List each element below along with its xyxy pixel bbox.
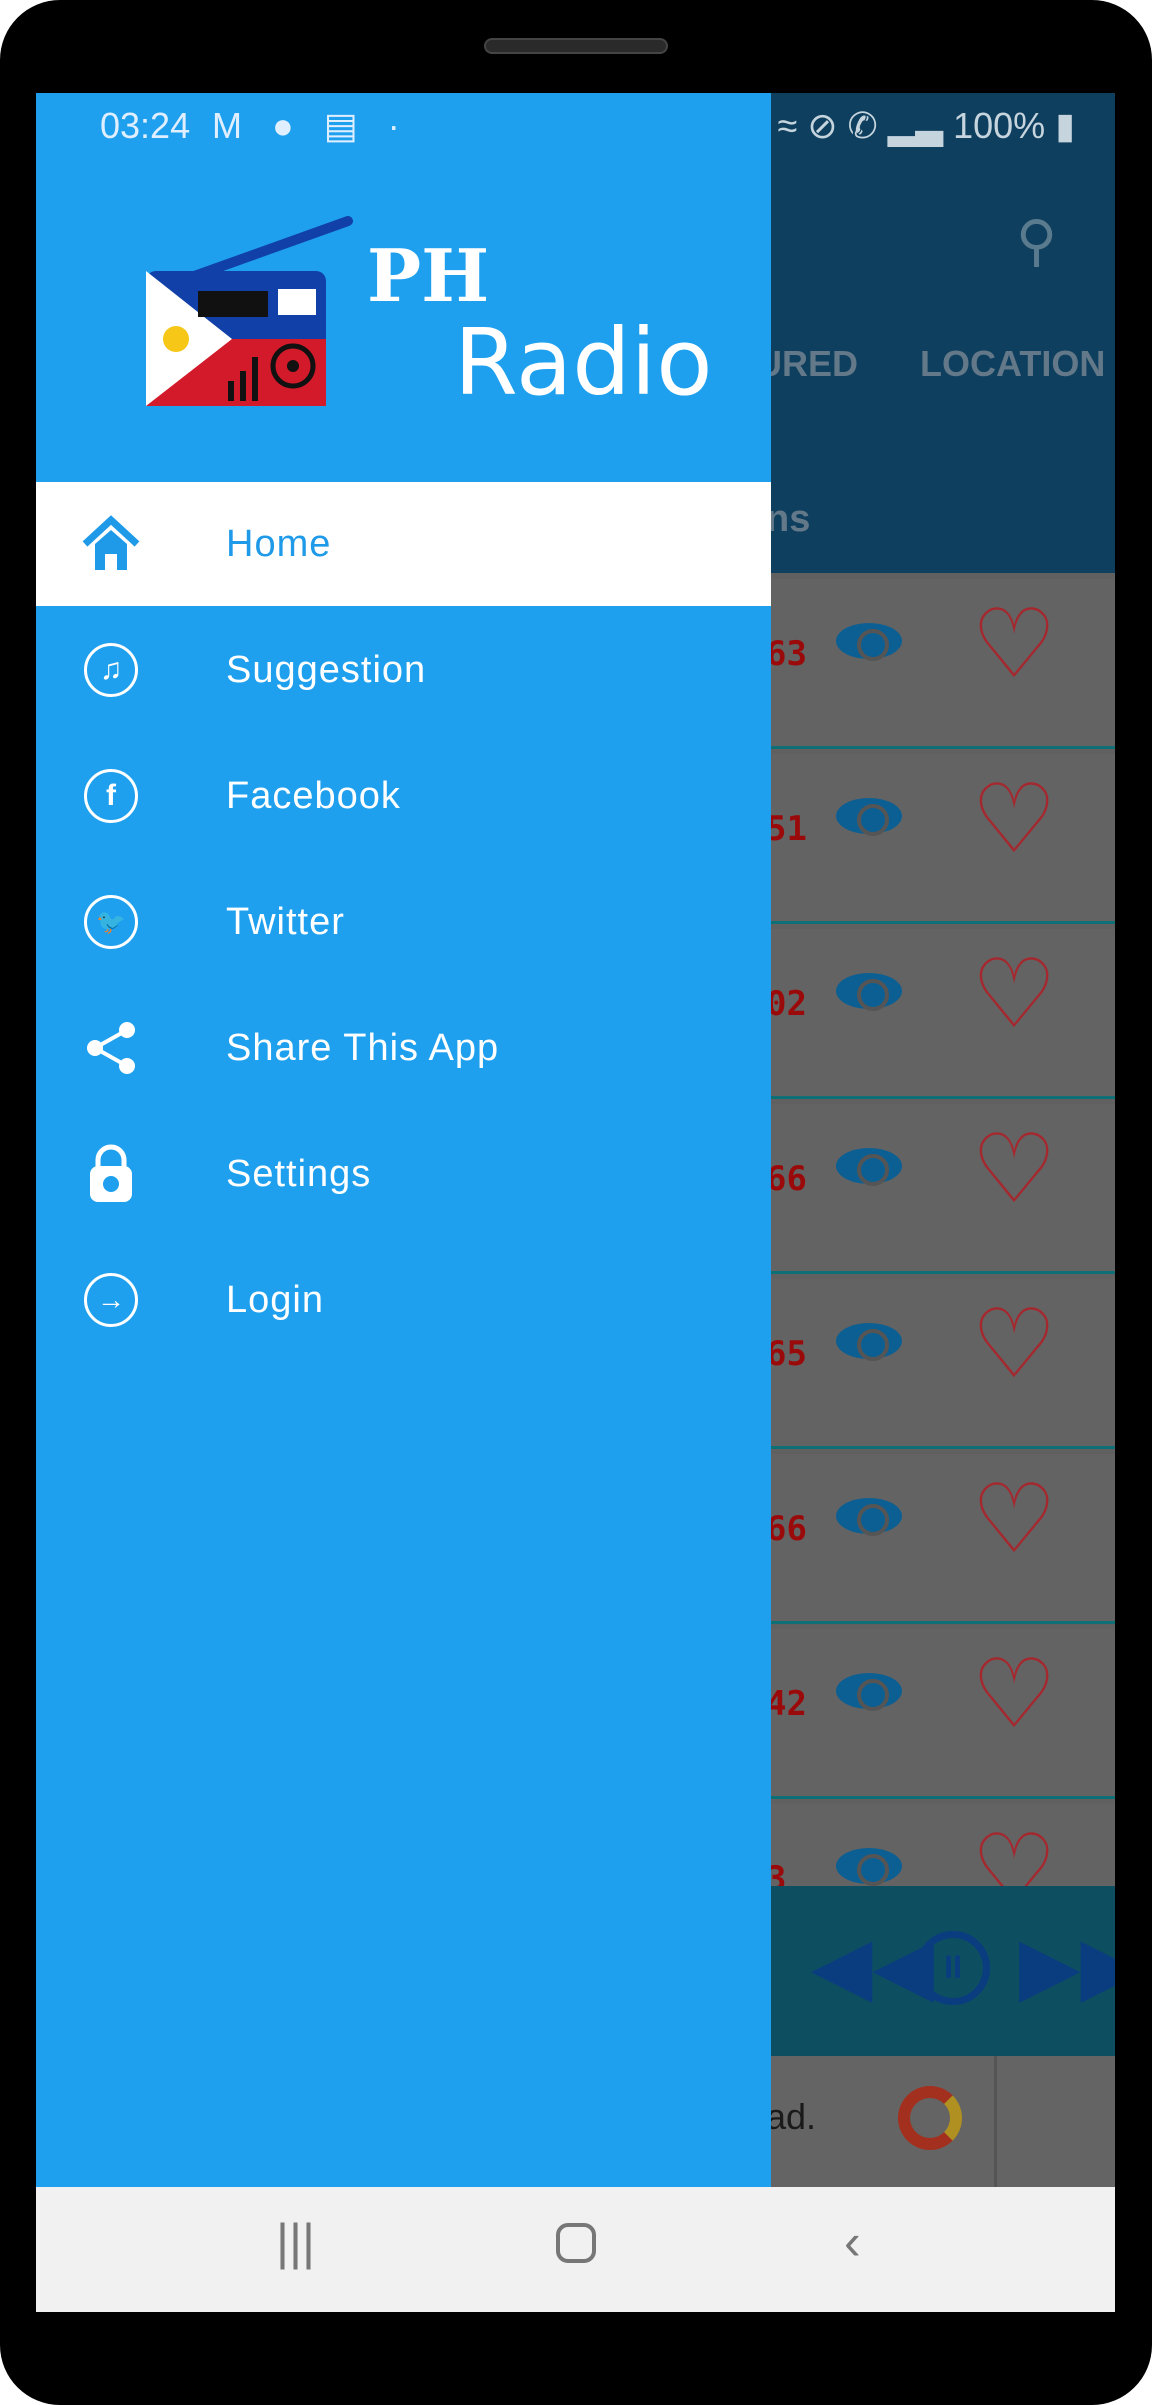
status-bar: 03:24 M ● ▤ · ≈ ⊘ ✆ ▂▃ 100% ▮ bbox=[36, 93, 1115, 185]
menu-label: Login bbox=[226, 1278, 324, 1321]
heart-icon[interactable]: ♡ bbox=[971, 597, 1057, 693]
menu-label: Home bbox=[226, 522, 332, 565]
menu-item-suggestion[interactable]: ♫ Suggestion bbox=[36, 608, 771, 732]
divider bbox=[994, 2056, 997, 2188]
menu-label: Settings bbox=[226, 1152, 372, 1195]
back-icon[interactable]: ‹ bbox=[844, 2217, 861, 2267]
navigation-drawer: PH Radio Home ♫ Suggestion f Facebook 🐦 … bbox=[36, 93, 771, 2187]
system-nav-bar: ||| ‹ bbox=[36, 2187, 1115, 2312]
eye-icon[interactable] bbox=[836, 1498, 902, 1536]
eye-icon[interactable] bbox=[836, 1148, 902, 1186]
heart-icon[interactable]: ♡ bbox=[971, 1647, 1057, 1743]
signal-icon: ▂▃ bbox=[887, 105, 944, 146]
heart-icon[interactable]: ♡ bbox=[971, 947, 1057, 1043]
speaker bbox=[484, 38, 668, 54]
eye-icon[interactable] bbox=[836, 973, 902, 1011]
status-right: ≈ ⊘ ✆ ▂▃ 100% ▮ bbox=[778, 105, 1075, 147]
menu-item-share[interactable]: Share This App bbox=[36, 986, 771, 1110]
dnd-icon: ⊘ bbox=[807, 105, 838, 146]
twitter-icon: 🐦 bbox=[80, 891, 142, 953]
screen: ⚲ URED LOCATION ns 63 ♡ 51 ♡ 02 ♡ 66 ♡ 65 ♡ 66 ♡ 42 ♡ 3… bbox=[36, 93, 1115, 2312]
listener-count: 66 bbox=[766, 1509, 807, 1549]
tab-bar: URED LOCATION bbox=[756, 343, 1115, 385]
menu-label: Facebook bbox=[226, 774, 401, 817]
share-icon bbox=[80, 1017, 142, 1079]
ph-radio-logo: PH Radio bbox=[146, 216, 713, 411]
menu-item-home[interactable]: Home bbox=[36, 482, 771, 606]
menu-item-login[interactable]: → Login bbox=[36, 1238, 771, 1362]
eye-icon[interactable] bbox=[836, 623, 902, 661]
listener-count: 63 bbox=[766, 634, 807, 674]
ad-text: ad. bbox=[766, 2096, 817, 2137]
listener-count: 65 bbox=[766, 1334, 807, 1374]
listener-count: 66 bbox=[766, 1159, 807, 1199]
menu-label: Twitter bbox=[226, 900, 345, 943]
facebook-icon: f bbox=[80, 765, 142, 827]
menu-item-settings[interactable]: Settings bbox=[36, 1112, 771, 1236]
tab-featured[interactable]: URED bbox=[756, 343, 858, 384]
heart-icon[interactable]: ♡ bbox=[971, 1122, 1057, 1218]
fast-forward-icon[interactable]: ▶▶ bbox=[1019, 1926, 1115, 2006]
home-icon bbox=[80, 513, 142, 575]
battery-icon: ▮ bbox=[1055, 105, 1075, 146]
wifi-icon: ≈ bbox=[777, 105, 798, 146]
search-icon[interactable]: ⚲ bbox=[1016, 208, 1057, 274]
heart-icon[interactable]: ♡ bbox=[971, 1297, 1057, 1393]
menu-label: Share This App bbox=[226, 1026, 500, 1069]
pause-icon[interactable]: II bbox=[916, 1931, 990, 2005]
listener-count: 42 bbox=[766, 1684, 807, 1724]
login-icon: → bbox=[80, 1269, 142, 1331]
lock-gear-icon bbox=[80, 1143, 142, 1205]
ad-logo-icon bbox=[898, 2086, 962, 2150]
menu-item-twitter[interactable]: 🐦 Twitter bbox=[36, 860, 771, 984]
logo-ph: PH bbox=[367, 233, 489, 318]
music-add-icon: ♫ bbox=[80, 639, 142, 701]
listener-count: 51 bbox=[766, 809, 807, 849]
battery-percent: 100% bbox=[953, 105, 1046, 146]
heart-icon[interactable]: ♡ bbox=[971, 1472, 1057, 1568]
listener-count: 02 bbox=[766, 984, 807, 1024]
clock: 03:24 bbox=[100, 105, 191, 146]
eye-icon[interactable] bbox=[836, 1673, 902, 1711]
recents-icon[interactable]: ||| bbox=[276, 2217, 315, 2267]
home-nav-icon[interactable] bbox=[556, 2223, 596, 2263]
call-icon: ✆ bbox=[847, 105, 878, 146]
eye-icon[interactable] bbox=[836, 1848, 902, 1886]
logo-radio: Radio bbox=[454, 309, 713, 411]
menu-item-facebook[interactable]: f Facebook bbox=[36, 734, 771, 858]
menu-label: Suggestion bbox=[226, 648, 427, 691]
phone-frame: ⚲ URED LOCATION ns 63 ♡ 51 ♡ 02 ♡ 66 ♡ 65 ♡ 66 ♡ 42 ♡ 3… bbox=[0, 0, 1152, 2405]
eye-icon[interactable] bbox=[836, 1323, 902, 1361]
heart-icon[interactable]: ♡ bbox=[971, 772, 1057, 868]
eye-icon[interactable] bbox=[836, 798, 902, 836]
tab-location[interactable]: LOCATION bbox=[920, 343, 1105, 384]
notification-icons: M ● ▤ · bbox=[212, 105, 410, 146]
